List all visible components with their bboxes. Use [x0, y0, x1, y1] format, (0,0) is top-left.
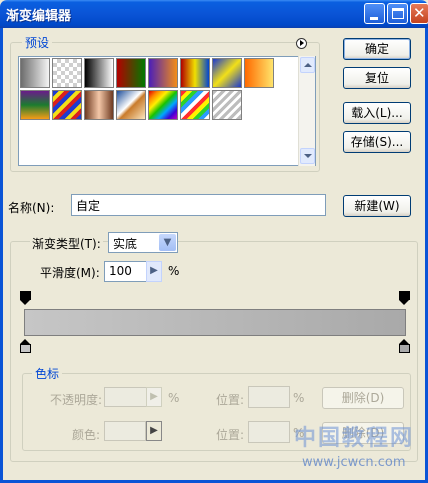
scroll-up-button[interactable] [300, 57, 315, 73]
color-swatch[interactable] [104, 421, 146, 441]
opacity-stop-left[interactable] [20, 291, 31, 305]
chevron-up-icon [304, 63, 312, 67]
preset-swatch[interactable] [84, 58, 114, 88]
preset-swatch[interactable] [52, 90, 82, 120]
window-title: 渐变编辑器 [6, 9, 72, 24]
gradient-type-label: 渐变类型(T): [30, 235, 103, 252]
gradient-preview-bar[interactable] [24, 309, 406, 336]
position-input-color[interactable] [248, 421, 290, 443]
opacity-unit: % [168, 391, 180, 405]
preset-swatch[interactable] [244, 58, 274, 88]
new-button[interactable]: 新建(W) [343, 195, 411, 217]
ok-button[interactable]: 确定 [343, 38, 411, 60]
preset-swatch[interactable] [116, 90, 146, 120]
preset-swatch[interactable] [116, 58, 146, 88]
presets-menu-button[interactable] [296, 38, 307, 49]
scroll-down-button[interactable] [300, 148, 315, 164]
color-label: 颜色: [72, 428, 101, 442]
position-label-color: 位置: [216, 428, 245, 442]
opacity-label: 不透明度: [50, 393, 103, 407]
position-input-opacity[interactable] [248, 386, 290, 408]
minimize-icon [370, 17, 378, 20]
play-arrow-icon: ▶ [150, 265, 158, 276]
preset-grid [18, 56, 316, 166]
gradient-type-select[interactable]: 实底 ▼ [108, 232, 178, 253]
close-icon: ✕ [413, 4, 426, 22]
gradient-type-value: 实底 [113, 237, 138, 251]
preset-swatch[interactable] [20, 90, 50, 120]
color-flyout-button[interactable]: ▶ [146, 421, 162, 441]
opacity-flyout-button[interactable]: ▶ [146, 387, 162, 407]
smoothness-label: 平滑度(M): [40, 266, 100, 280]
save-button[interactable]: 存储(S)... [343, 131, 411, 153]
color-stop-right[interactable] [399, 339, 410, 353]
preset-swatch[interactable] [84, 90, 114, 120]
preset-swatch[interactable] [180, 58, 210, 88]
color-stop-left[interactable] [20, 339, 31, 353]
smoothness-unit: % [168, 264, 180, 278]
close-button[interactable]: ✕ [410, 3, 428, 24]
preset-swatch[interactable] [212, 58, 242, 88]
position-unit-opacity: % [293, 391, 305, 405]
play-arrow-icon [300, 40, 304, 46]
watermark-url: www.jcwcn.com [302, 455, 406, 470]
maximize-button[interactable] [387, 3, 408, 24]
chevron-down-icon: ▼ [159, 234, 176, 251]
presets-label: 预设 [22, 34, 53, 51]
name-label: 名称(N): [8, 201, 55, 215]
preset-swatch[interactable] [20, 58, 50, 88]
load-button[interactable]: 载入(L)... [343, 102, 411, 124]
smoothness-input[interactable]: 100 [104, 261, 148, 282]
watermark-logo: 中国教程网 [294, 426, 415, 451]
chevron-down-icon [304, 154, 312, 158]
preset-scrollbar[interactable] [298, 56, 315, 166]
preset-swatch[interactable] [52, 58, 82, 88]
delete-opacity-stop-button[interactable]: 删除(D) [322, 387, 404, 409]
position-label-opacity: 位置: [216, 393, 245, 407]
play-arrow-icon: ▶ [150, 425, 158, 436]
smoothness-flyout-button[interactable]: ▶ [146, 261, 162, 282]
preset-swatch[interactable] [148, 58, 178, 88]
play-arrow-icon: ▶ [150, 391, 158, 402]
preset-swatch[interactable] [212, 90, 242, 120]
preset-swatch[interactable] [148, 90, 178, 120]
preset-swatch[interactable] [180, 90, 210, 120]
title-bar: 渐变编辑器 ✕ [0, 0, 428, 28]
stops-group-label: 色标 [32, 365, 63, 382]
reset-button[interactable]: 复位 [343, 67, 411, 89]
name-input[interactable]: 自定 [71, 194, 326, 216]
opacity-stop-right[interactable] [399, 291, 410, 305]
minimize-button[interactable] [364, 3, 385, 24]
maximize-icon [392, 8, 404, 19]
opacity-input[interactable] [104, 387, 148, 407]
